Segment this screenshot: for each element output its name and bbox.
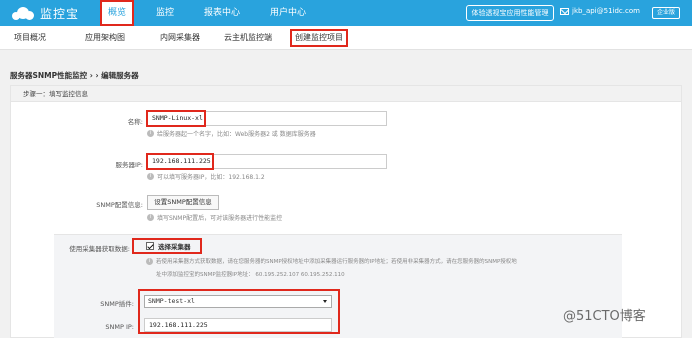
chevron-down-icon (323, 300, 327, 303)
subnav-item-project-overview[interactable]: 项目概况 (14, 31, 46, 45)
nav-item-user-center[interactable]: 用户中心 (262, 0, 314, 26)
snmp-config-button[interactable]: 设置SNMP配置信息 (147, 195, 219, 210)
user-account[interactable]: jkb_api@51idc.com (572, 7, 640, 15)
collector-hint-text-1: 若使用采集器方式获取数据，请在您服务器的SNMP授权地址中添加采集器运行服务器的… (156, 259, 517, 265)
name-hint: i 给服务器起一个名字，比如：Web服务器2 或 数据库服务器 (147, 129, 316, 138)
subnav-item-architecture[interactable]: 应用架构图 (85, 31, 125, 45)
ip-highlight (146, 153, 214, 170)
brand-name: 监控宝 (40, 6, 80, 21)
subnav-item-intranet-collector[interactable]: 内网采集器 (160, 31, 200, 45)
collector-checkbox-row[interactable]: 选择采集器 (146, 241, 191, 251)
watermark: @51CTO博客 (563, 305, 646, 324)
collector-hint-text-2: 址中添加监控宝的SNMP监控器IP地址： 60.195.252.107 60.1… (156, 272, 345, 278)
watermark-text: @51CTO博客 (563, 309, 646, 324)
info-icon: i (146, 257, 153, 265)
snmp-hint: i 填写SNMP配置后，可对该服务器进行性能监控 (147, 213, 282, 222)
snmp-config-label: SNMP配置信息: (96, 201, 143, 209)
step-title: 步骤一：填写监控信息 (11, 86, 681, 102)
cloud-logo-icon (10, 5, 36, 21)
collector-hint-2: 址中添加监控宝的SNMP监控器IP地址： 60.195.252.107 60.1… (156, 270, 345, 278)
info-icon: i (147, 173, 154, 180)
nav-item-monitor[interactable]: 监控 (148, 0, 182, 26)
sub-nav: 项目概况 应用架构图 内网采集器 云主机监控端 创建监控项目 (0, 26, 692, 50)
mail-icon[interactable] (560, 8, 569, 15)
subnav-item-create-project[interactable]: 创建监控项目 (290, 29, 348, 47)
nav-item-reports[interactable]: 报表中心 (196, 0, 248, 26)
experience-button[interactable]: 体验透视宝应用性能管理 (466, 5, 554, 21)
collector-checkbox-label: 选择采集器 (158, 243, 191, 251)
info-icon: i (147, 130, 154, 137)
ip-hint-text: 可以填写服务器IP，比如：192.168.1.2 (157, 174, 265, 181)
snmp-ip-label: SNMP IP: (105, 323, 134, 331)
top-bar: 监控宝 概览 监控 报表中心 用户中心 体验透视宝应用性能管理 jkb_api@… (0, 0, 692, 26)
name-highlight (146, 110, 206, 127)
plugin-select-value: SNMP-test-xl (148, 297, 195, 305)
collector-checkbox[interactable] (146, 242, 154, 250)
plugin-label: SNMP插件: (100, 300, 134, 308)
ip-hint: i 可以填写服务器IP，比如：192.168.1.2 (147, 172, 265, 181)
snmp-ip-input[interactable]: 192.168.111.225 (144, 318, 332, 332)
collector-label: 使用采集器获取数据: (69, 245, 130, 253)
ip-label: 服务器IP: (115, 161, 143, 169)
nav-item-overview[interactable]: 概览 (100, 0, 135, 26)
snmp-hint-text: 填写SNMP配置后，可对该服务器进行性能监控 (157, 215, 283, 222)
name-hint-text: 给服务器起一个名字，比如：Web服务器2 或 数据库服务器 (157, 131, 316, 138)
logo[interactable]: 监控宝 (10, 4, 79, 22)
subnav-item-cloud-host[interactable]: 云主机监控端 (224, 31, 272, 45)
info-icon: i (147, 214, 154, 221)
breadcrumb: 服务器SNMP性能监控 › › 编辑服务器 (10, 71, 139, 80)
edition-badge: 企业版 (652, 7, 680, 19)
plugin-select[interactable]: SNMP-test-xl (144, 295, 332, 308)
main-nav: 概览 监控 报表中心 用户中心 (100, 0, 328, 26)
collector-hint: i 若使用采集器方式获取数据，请在您服务器的SNMP授权地址中添加采集器运行服务… (146, 257, 626, 265)
name-label: 名称: (127, 118, 143, 126)
